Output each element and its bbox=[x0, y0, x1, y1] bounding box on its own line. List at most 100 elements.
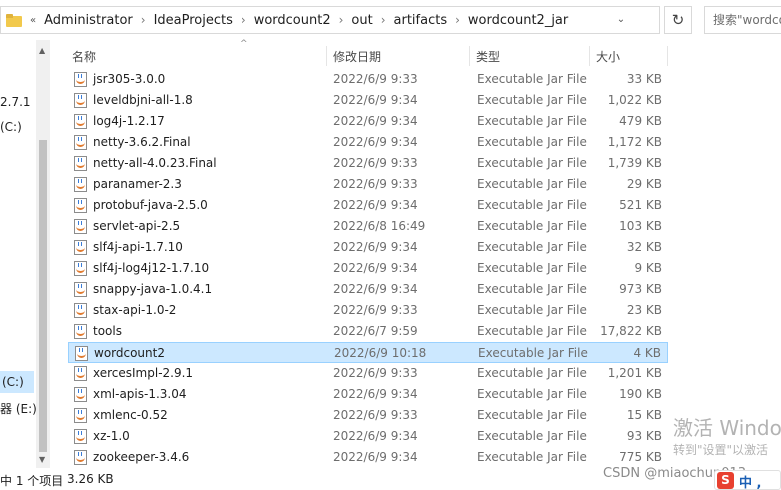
breadcrumb-overflow-icon[interactable]: « bbox=[30, 15, 36, 26]
file-row[interactable]: xercesImpl-2.9.1 2022/6/9 9:33 Executable … bbox=[68, 363, 668, 384]
file-modified-date: 2022/6/9 9:34 bbox=[333, 450, 418, 464]
file-row[interactable]: wordcount2 2022/6/9 10:18 Executable Jar F… bbox=[68, 342, 668, 363]
file-row[interactable]: xmlenc-0.52 2022/6/9 9:33 Executable Jar F… bbox=[68, 405, 668, 426]
column-date[interactable]: 修改日期 bbox=[333, 48, 381, 65]
chevron-right-icon[interactable]: › bbox=[455, 13, 460, 27]
file-row[interactable]: paranamer-2.3 2022/6/9 9:33 Executable Jar… bbox=[68, 174, 668, 195]
file-row[interactable]: netty-3.6.2.Final 2022/6/9 9:34 Executable… bbox=[68, 132, 668, 153]
nav-item-drive-c-selected[interactable]: (C:) bbox=[0, 371, 34, 393]
file-type: Executable Jar File bbox=[477, 93, 587, 107]
file-type: Executable Jar File bbox=[477, 282, 587, 296]
jar-file-icon bbox=[74, 324, 87, 339]
file-row[interactable]: xml-apis-1.3.04 2022/6/9 9:34 Executable J… bbox=[68, 384, 668, 405]
scroll-down-icon[interactable]: ▼ bbox=[39, 455, 45, 464]
file-modified-date: 2022/6/9 9:34 bbox=[333, 240, 418, 254]
file-modified-date: 2022/6/9 9:34 bbox=[333, 135, 418, 149]
file-name: netty-all-4.0.23.Final bbox=[93, 156, 217, 170]
breadcrumb-ideaprojects[interactable]: IdeaProjects bbox=[154, 13, 233, 28]
file-name: log4j-1.2.17 bbox=[93, 114, 165, 128]
address-bar-row: « Administrator › IdeaProjects › wordcou… bbox=[0, 0, 781, 40]
column-divider[interactable] bbox=[326, 46, 327, 66]
column-divider[interactable] bbox=[469, 46, 470, 66]
file-type: Executable Jar File bbox=[477, 408, 587, 422]
chevron-right-icon[interactable]: › bbox=[381, 13, 386, 27]
chevron-right-icon[interactable]: › bbox=[339, 13, 344, 27]
refresh-button[interactable]: ↻ bbox=[664, 6, 692, 34]
file-row[interactable]: stax-api-1.0-2 2022/6/9 9:33 Executable Ja… bbox=[68, 300, 668, 321]
file-modified-date: 2022/6/9 9:33 bbox=[333, 72, 418, 86]
file-type: Executable Jar File bbox=[477, 366, 587, 380]
breadcrumb-administrator[interactable]: Administrator bbox=[44, 13, 133, 28]
file-size: 973 KB bbox=[619, 282, 662, 296]
file-row[interactable]: protobuf-java-2.5.0 2022/6/9 9:34 Executab… bbox=[68, 195, 668, 216]
chevron-right-icon[interactable]: › bbox=[241, 13, 246, 27]
file-modified-date: 2022/6/9 9:33 bbox=[333, 156, 418, 170]
breadcrumb-artifacts[interactable]: artifacts bbox=[394, 13, 448, 28]
sogou-ime-icon[interactable]: S bbox=[717, 472, 734, 489]
file-row[interactable]: slf4j-log4j12-1.7.10 2022/6/9 9:34 Executa… bbox=[68, 258, 668, 279]
file-row[interactable]: xz-1.0 2022/6/9 9:34 Executable Jar File 93… bbox=[68, 426, 668, 447]
file-name: leveldbjni-all-1.8 bbox=[93, 93, 193, 107]
file-size: 1,739 KB bbox=[607, 156, 662, 170]
file-modified-date: 2022/6/9 9:34 bbox=[333, 198, 418, 212]
jar-file-icon bbox=[75, 346, 88, 361]
file-size: 1,172 KB bbox=[607, 135, 662, 149]
search-input[interactable]: 搜索"wordcount2_jar" bbox=[704, 6, 781, 34]
file-type: Executable Jar File bbox=[477, 324, 587, 338]
breadcrumb-out[interactable]: out bbox=[351, 13, 372, 28]
file-name: zookeeper-3.4.6 bbox=[93, 450, 190, 464]
file-row[interactable]: zookeeper-3.4.6 2022/6/9 9:34 Executable J… bbox=[68, 447, 668, 468]
file-name: stax-api-1.0-2 bbox=[93, 303, 177, 317]
column-size[interactable]: 大小 bbox=[596, 48, 620, 65]
jar-file-icon bbox=[74, 303, 87, 318]
file-row[interactable]: leveldbjni-all-1.8 2022/6/9 9:34 Executabl… bbox=[68, 90, 668, 111]
file-type: Executable Jar File bbox=[477, 177, 587, 191]
column-name[interactable]: 名称 bbox=[72, 48, 96, 65]
file-size: 775 KB bbox=[619, 450, 662, 464]
column-divider[interactable] bbox=[589, 46, 590, 66]
address-bar[interactable]: « Administrator › IdeaProjects › wordcou… bbox=[0, 6, 660, 34]
file-row[interactable]: tools 2022/6/7 9:59 Executable Jar File 17,… bbox=[68, 321, 668, 342]
file-type: Executable Jar File bbox=[478, 346, 588, 360]
file-size: 1,201 KB bbox=[607, 366, 662, 380]
file-name: protobuf-java-2.5.0 bbox=[93, 198, 208, 212]
column-type[interactable]: 类型 bbox=[476, 48, 500, 65]
breadcrumb-wordcount2-jar[interactable]: wordcount2_jar bbox=[468, 13, 568, 28]
file-row[interactable]: snappy-java-1.0.4.1 2022/6/9 9:34 Executab… bbox=[68, 279, 668, 300]
file-type: Executable Jar File bbox=[477, 450, 587, 464]
nav-scrollbar[interactable]: ▲ ▼ bbox=[36, 40, 50, 468]
ime-mode-label[interactable]: 中 , bbox=[739, 472, 761, 490]
column-divider[interactable] bbox=[667, 46, 668, 66]
file-modified-date: 2022/6/9 9:34 bbox=[333, 114, 418, 128]
scroll-up-icon[interactable]: ▲ bbox=[39, 46, 45, 55]
nav-item-drive-c[interactable]: (C:) bbox=[0, 120, 22, 134]
file-size: 32 KB bbox=[626, 240, 662, 254]
sort-ascending-icon: ^ bbox=[240, 39, 248, 49]
chevron-down-icon[interactable]: ⌄ bbox=[613, 12, 629, 28]
ime-toolbar[interactable]: S 中 , bbox=[714, 470, 781, 490]
jar-file-icon bbox=[74, 366, 87, 381]
file-size: 29 KB bbox=[626, 177, 662, 191]
file-type: Executable Jar File bbox=[477, 219, 587, 233]
jar-file-icon bbox=[74, 219, 87, 234]
jar-file-icon bbox=[74, 198, 87, 213]
file-type: Executable Jar File bbox=[477, 72, 587, 86]
jar-file-icon bbox=[74, 240, 87, 255]
file-name: snappy-java-1.0.4.1 bbox=[93, 282, 213, 296]
file-row[interactable]: slf4j-api-1.7.10 2022/6/9 9:34 Executable … bbox=[68, 237, 668, 258]
file-modified-date: 2022/6/7 9:59 bbox=[333, 324, 418, 338]
file-modified-date: 2022/6/9 9:33 bbox=[333, 177, 418, 191]
file-row[interactable]: log4j-1.2.17 2022/6/9 9:34 Executable Jar … bbox=[68, 111, 668, 132]
chevron-right-icon[interactable]: › bbox=[141, 13, 146, 27]
file-modified-date: 2022/6/9 9:34 bbox=[333, 261, 418, 275]
nav-item-drive-e[interactable]: 器 (E:) c bbox=[0, 400, 36, 417]
breadcrumb-wordcount2[interactable]: wordcount2 bbox=[254, 13, 331, 28]
file-type: Executable Jar File bbox=[477, 261, 587, 275]
jar-file-icon bbox=[74, 156, 87, 171]
jar-file-icon bbox=[74, 177, 87, 192]
nav-item-version[interactable]: 2.7.1 bbox=[0, 95, 31, 109]
file-row[interactable]: servlet-api-2.5 2022/6/8 16:49 Executable … bbox=[68, 216, 668, 237]
file-row[interactable]: jsr305-3.0.0 2022/6/9 9:33 Executable Jar … bbox=[68, 69, 668, 90]
scrollbar-thumb[interactable] bbox=[39, 140, 47, 452]
file-row[interactable]: netty-all-4.0.23.Final 2022/6/9 9:33 Execu… bbox=[68, 153, 668, 174]
